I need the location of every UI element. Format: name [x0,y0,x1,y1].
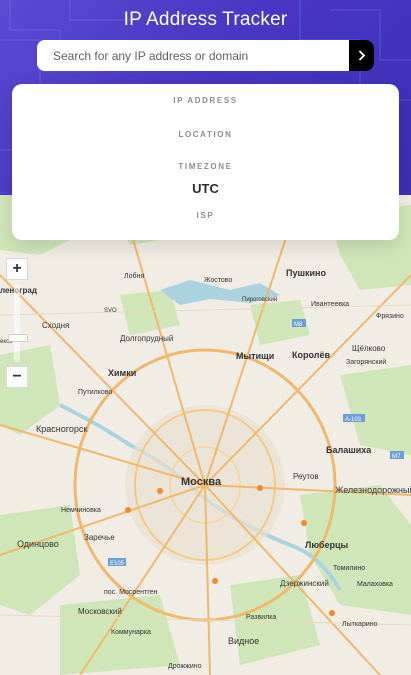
map-label-zheleznodorozhny: Железнодорожный [335,485,411,495]
map-label-zarechye: Заречье [84,533,115,542]
map-label-moskovsky: Московский [78,607,122,616]
isp-label: ISP [196,211,215,220]
map-label-mytishchi: Мытищи [236,351,274,361]
search-input[interactable] [37,40,349,71]
zoom-in-button[interactable]: + [6,258,28,280]
map-label-pirogovsky: Пироговский [242,296,277,303]
map-label-lobnya: Лобня [124,272,144,280]
timezone-label: TIMEZONE [178,162,233,171]
info-card: IP ADDRESS LOCATION TIMEZONE UTC ISP [12,84,399,240]
search-submit-button[interactable] [349,40,374,71]
map-label-reutov: Реутов [293,472,319,481]
page-title: IP Address Tracker [123,9,288,30]
map-label-krasnogorsk: Красногорск [36,424,87,434]
map-label-razvilka: Развилка [246,614,276,621]
map-label-nemchinovka: Немчиновка [61,507,101,514]
map-label-ivanteevka: Ивантеевка [311,301,349,308]
zoom-slider[interactable] [8,284,28,362]
map-label-malakhovka: Малаховка [357,581,393,588]
shield-m7: M7 [392,454,401,460]
chevron-right-icon [358,50,365,61]
location-label: LOCATION [178,130,233,139]
map-view[interactable]: Пушкино Лобня Жостово Ивантеевка Пирогов… [0,195,411,675]
map-tiles[interactable]: Пушкино Лобня Жостово Ивантеевка Пирогов… [0,195,411,675]
map-label-schyolkovo: Щёлково [352,344,386,353]
map-label-drozhzhino: Дрожжино [168,663,202,670]
shield-m8: M8 [294,322,303,328]
map-label-kommunarka: Коммунарка [111,629,151,636]
zoom-slider-handle[interactable] [8,334,28,342]
search-bar [37,40,374,71]
map-label-korolyov: Королёв [292,350,330,360]
map-label-zhostova: Жостово [204,277,232,284]
map-label-putilkovo: Путилково [78,389,112,396]
map-label-tomilino: Томилино [333,565,365,572]
map-zoom-control: + − [6,258,28,388]
map-label-svo: SVO [104,308,117,314]
shield-e105: E105 [110,561,125,567]
map-label-skhodnya: Сходня [42,321,69,330]
shield-a103: A-103 [345,417,362,423]
map-label-dolgoprudny: Долгопрудный [120,334,173,343]
timezone-value: UTC [192,181,219,196]
ip-address-label: IP ADDRESS [173,96,238,105]
map-label-balashikha: Балашиха [326,445,372,455]
map-label-lytkarino: Лыткарино [342,621,378,628]
map-label-khimki: Химки [108,368,136,378]
map-label-mosrentgen: пос. Мосрентген [104,589,158,596]
map-label-fryazino: Фрязино [376,313,404,320]
map-label-lyubertsy: Люберцы [305,540,348,550]
map-label-zagoryansky: Загорянский [346,358,386,366]
zoom-out-button[interactable]: − [6,366,28,388]
map-label-pushkino: Пушкино [286,268,326,278]
map-label-odintsovo: Одинцово [17,539,59,549]
map-label-moskva: Москва [181,476,222,488]
map-label-vidnoye: Видное [228,636,259,646]
map-label-dzerzhinsky: Дзержинский [280,579,329,588]
